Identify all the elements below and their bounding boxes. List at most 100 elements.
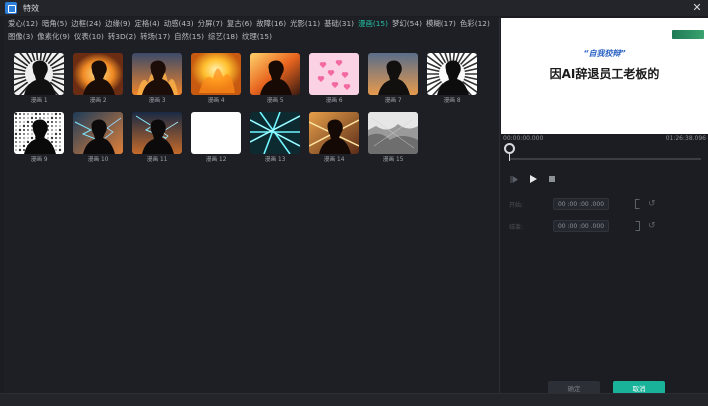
- effect-thumbnail-image: [191, 112, 241, 154]
- effect-label: 漫画 15: [382, 157, 404, 163]
- effect-label: 漫画 11: [146, 157, 168, 163]
- effect-thumbnail: [309, 112, 359, 154]
- effect-item[interactable]: 漫画 14: [309, 112, 359, 164]
- playhead-line: [509, 153, 510, 161]
- effect-thumbnail-image: [250, 112, 300, 154]
- effect-label: 漫画 13: [264, 157, 286, 163]
- category-tab[interactable]: 纹理(15): [242, 32, 272, 42]
- timeline-end-time: 01:26:38.096: [665, 135, 706, 142]
- preview-logo: [672, 30, 704, 39]
- effect-thumbnail: [132, 112, 182, 154]
- preview-panel: “自我狡辩” 因AI辞退员工老板的 00:00:00.000 01:26:38.…: [501, 17, 708, 394]
- effect-item[interactable]: 漫画 9: [14, 112, 64, 164]
- effect-item[interactable]: 漫画 1: [14, 53, 64, 105]
- effect-item[interactable]: 漫画 4: [191, 53, 241, 105]
- category-tab[interactable]: 暗角(5): [42, 19, 67, 29]
- window-title: 特效: [23, 3, 39, 13]
- category-tab[interactable]: 故障(16): [256, 19, 286, 29]
- effect-item[interactable]: 漫画 15: [368, 112, 418, 164]
- play-icon: [530, 175, 537, 183]
- category-tab[interactable]: 转场(17): [140, 32, 170, 42]
- effects-library-panel: 爱心(12) 暗角(5) 边框(24) 边缘(9) 定格(4) 动感(43) 分屏(7) 复古…: [4, 17, 500, 393]
- effect-item[interactable]: 漫画 12: [191, 112, 241, 164]
- category-tab[interactable]: 色彩(12): [460, 19, 490, 29]
- effect-label: 漫画 10: [87, 157, 109, 163]
- status-bar: [0, 393, 708, 406]
- play-button[interactable]: [528, 174, 538, 184]
- category-tab[interactable]: 基础(31): [324, 19, 354, 29]
- title-bar: 特效 ✕: [0, 0, 708, 16]
- effect-thumbnail: [309, 53, 359, 95]
- effect-label: 漫画 6: [325, 98, 343, 104]
- category-tab[interactable]: 图像(3): [8, 32, 33, 42]
- effect-label: 漫画 5: [266, 98, 284, 104]
- play-from-start-button[interactable]: [509, 174, 519, 184]
- effect-thumbnail-image: [427, 53, 477, 95]
- effect-thumbnail: [250, 112, 300, 154]
- set-in-point-icon[interactable]: [635, 199, 640, 209]
- effect-item[interactable]: 漫画 3: [132, 53, 182, 105]
- category-tab[interactable]: 分屏(7): [198, 19, 223, 29]
- category-tab[interactable]: 像素化(9): [37, 32, 70, 42]
- effect-item[interactable]: 漫画 10: [73, 112, 123, 164]
- trim-out-timecode-field[interactable]: 00 :00 :00 .000: [553, 220, 609, 232]
- effect-thumbnail: [368, 112, 418, 154]
- category-tab[interactable]: 仪表(10): [74, 32, 104, 42]
- category-tab[interactable]: 自然(15): [174, 32, 204, 42]
- effect-thumbnail-image: [132, 53, 182, 95]
- category-tab[interactable]: 漫画(15): [358, 19, 388, 29]
- category-tab[interactable]: 边框(24): [71, 19, 101, 29]
- close-button[interactable]: ✕: [691, 2, 703, 14]
- category-tab[interactable]: 动感(43): [164, 19, 194, 29]
- effect-label: 漫画 2: [89, 98, 107, 104]
- category-tab[interactable]: 爱心(12): [8, 19, 38, 29]
- effect-thumbnail-image: [368, 53, 418, 95]
- category-tab[interactable]: 转3D(2): [108, 32, 136, 42]
- stop-button[interactable]: [547, 174, 557, 184]
- trim-in-row: 开始: 00 :00 :00 .000 ↺: [509, 198, 656, 210]
- trim-in-timecode-field[interactable]: 00 :00 :00 .000: [553, 198, 609, 210]
- preview-viewport: “自我狡辩” 因AI辞退员工老板的: [501, 18, 708, 134]
- effect-item[interactable]: 漫画 6: [309, 53, 359, 105]
- effect-thumbnail: [73, 53, 123, 95]
- effect-label: 漫画 1: [30, 98, 48, 104]
- effect-item[interactable]: 漫画 5: [250, 53, 300, 105]
- category-tab[interactable]: 梦幻(54): [392, 19, 422, 29]
- category-tab[interactable]: 边缘(9): [105, 19, 130, 29]
- preview-headline-text: 因AI辞退员工老板的: [549, 67, 660, 81]
- playback-controls: [509, 174, 557, 184]
- category-tab[interactable]: 光影(11): [290, 19, 320, 29]
- effect-label: 漫画 4: [207, 98, 225, 104]
- effect-item[interactable]: 漫画 8: [427, 53, 477, 105]
- timeline-track[interactable]: [509, 158, 701, 160]
- effect-label: 漫画 7: [384, 98, 402, 104]
- effect-thumbnail-image: [14, 112, 64, 154]
- effect-label: 漫画 14: [323, 157, 345, 163]
- effect-item[interactable]: 漫画 11: [132, 112, 182, 164]
- effect-item[interactable]: 漫画 2: [73, 53, 123, 105]
- effects-grid: 漫画 1 漫画 2 漫画 3 漫画 4 漫画 5 漫画 6 漫画 7 漫画 8 漫画 9 漫画 1…: [14, 53, 494, 164]
- effect-thumbnail: [132, 53, 182, 95]
- category-tab[interactable]: 模糊(17): [426, 19, 456, 29]
- stop-icon: [549, 176, 555, 182]
- effect-thumbnail-image: [368, 112, 418, 154]
- effect-thumbnail: [14, 112, 64, 154]
- category-tabs: 爱心(12) 暗角(5) 边框(24) 边缘(9) 定格(4) 动感(43) 分屏(7) 复古…: [8, 19, 496, 42]
- category-tab[interactable]: 复古(6): [227, 19, 252, 29]
- set-out-point-icon[interactable]: [635, 221, 640, 231]
- trim-in-label: 开始:: [509, 201, 524, 209]
- effect-label: 漫画 9: [30, 157, 48, 163]
- effect-thumbnail-image: [73, 53, 123, 95]
- effect-item[interactable]: 漫画 7: [368, 53, 418, 105]
- category-tab[interactable]: 定格(4): [134, 19, 159, 29]
- effect-thumbnail-image: [309, 53, 359, 95]
- category-tab[interactable]: 综艺(18): [208, 32, 238, 42]
- effect-item[interactable]: 漫画 13: [250, 112, 300, 164]
- app-logo-icon: [5, 2, 17, 14]
- effect-label: 漫画 3: [148, 98, 166, 104]
- reset-out-icon[interactable]: ↺: [648, 221, 656, 231]
- effect-thumbnail-image: [191, 53, 241, 95]
- playhead-handle[interactable]: [504, 143, 515, 154]
- reset-in-icon[interactable]: ↺: [648, 199, 656, 209]
- effect-label: 漫画 8: [443, 98, 461, 104]
